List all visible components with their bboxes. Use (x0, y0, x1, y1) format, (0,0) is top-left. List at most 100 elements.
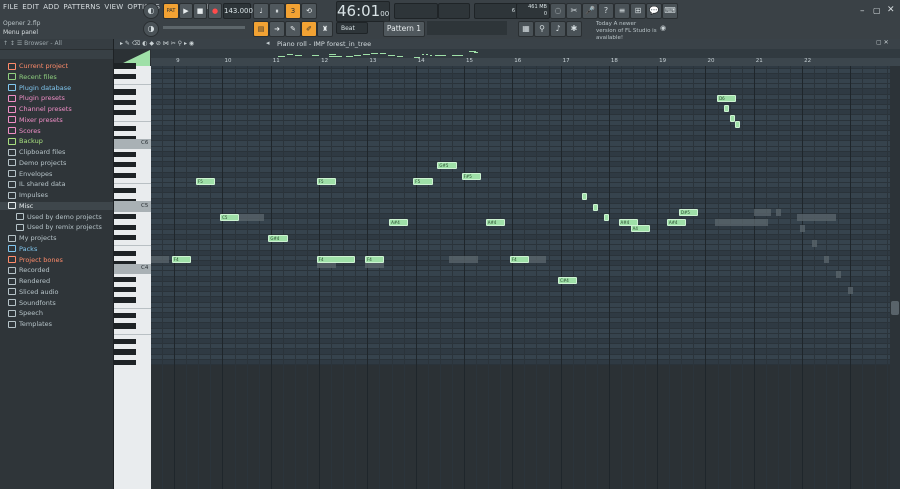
black-key[interactable] (114, 99, 136, 105)
help-icon[interactable]: ? (598, 3, 614, 19)
touch-keyboard-icon[interactable]: ⌨ (662, 3, 678, 19)
browser-item[interactable]: Sliced audio (8, 288, 59, 296)
black-key[interactable] (114, 235, 136, 241)
pattern-selector[interactable]: Pattern 1 (383, 21, 425, 37)
browser-item[interactable]: Plugin database (8, 84, 71, 92)
black-key[interactable] (114, 297, 136, 303)
vertical-scrollbar[interactable] (890, 66, 900, 489)
play-button[interactable]: ▶ (179, 3, 193, 19)
record-button[interactable]: ● (208, 3, 222, 19)
black-key[interactable] (114, 188, 136, 194)
browser-item[interactable]: Recorded (8, 266, 50, 274)
master-pitch-knob[interactable]: ◑ (143, 21, 159, 37)
black-key[interactable] (114, 339, 136, 345)
song-position[interactable]: 46:0100 (336, 1, 390, 22)
pat-song-toggle[interactable]: PAT (163, 3, 179, 19)
chat-icon[interactable]: 💬 (646, 3, 662, 19)
browser-item[interactable]: Packs (8, 245, 37, 253)
brush-icon[interactable]: ✐ (301, 21, 317, 37)
note[interactable] (723, 105, 729, 112)
note[interactable]: F5 (195, 177, 216, 185)
note[interactable]: C#4 (558, 276, 578, 284)
browser-item[interactable]: Misc (0, 201, 113, 210)
piano-keyboard[interactable]: C6 C5 C4 (114, 63, 151, 489)
stop-button[interactable]: ■ (193, 3, 207, 19)
browser-item[interactable]: Used by demo projects (16, 213, 102, 221)
browser-item[interactable]: Plugin presets (8, 94, 65, 102)
note[interactable]: A#4 (485, 219, 506, 227)
black-key[interactable] (114, 73, 136, 79)
black-key[interactable] (114, 323, 136, 329)
note[interactable] (604, 214, 610, 222)
arrow-right-icon[interactable]: ➜ (269, 21, 285, 37)
browser-item[interactable]: Mixer presets (8, 116, 63, 124)
browser-item[interactable]: Soundfonts (8, 299, 56, 307)
note[interactable] (735, 120, 741, 128)
piano-roll-tool-icon[interactable]: ▤ (253, 21, 269, 37)
master-slider[interactable] (163, 26, 245, 29)
browser-item[interactable]: Envelopes (8, 170, 52, 178)
browser-item[interactable]: Speech (8, 309, 43, 317)
browser-item[interactable]: Project bones (8, 256, 63, 264)
piano-roll-window-controls[interactable]: ▢ ✕ (876, 39, 889, 46)
browser-item[interactable]: My projects (8, 234, 56, 242)
channel-rack-icon[interactable]: ⚲ (534, 21, 550, 37)
note[interactable] (582, 193, 588, 201)
online-icon[interactable]: ◌ (550, 3, 566, 19)
news-icon[interactable]: ◉ (660, 24, 666, 32)
browser-icon[interactable]: ✱ (566, 21, 582, 37)
black-key[interactable] (114, 313, 136, 319)
note[interactable]: D6 (717, 94, 737, 102)
note[interactable]: A#4 (666, 219, 687, 227)
master-volume-knob[interactable]: ◐ (143, 3, 159, 19)
note[interactable] (593, 203, 599, 211)
plugin-picker-icon[interactable]: ⊞ (630, 3, 646, 19)
metronome-icon[interactable]: ♩ (253, 3, 269, 19)
minimize-icon[interactable]: – (860, 6, 865, 16)
note[interactable]: A4 (630, 224, 650, 232)
note-grid[interactable]: D6 G#5 F#5 F5 F5 F5 D#5 C5 A#4 A#4 A#4 A#4 A4 G#4 F4 F4… (151, 66, 890, 489)
pencil-icon[interactable]: ✎ (285, 21, 301, 37)
black-key[interactable] (114, 359, 136, 365)
tempo-display[interactable]: 143.000 (223, 3, 253, 19)
snap-select[interactable]: Beat (336, 22, 368, 34)
black-key[interactable] (114, 349, 136, 355)
piano-roll-tools[interactable]: ▸ ✎ ⌫ ◐ ◆ ⊘ ⋈ ✂ ⚲ ▸ ◉ (120, 40, 194, 47)
black-key[interactable] (114, 276, 136, 282)
black-key[interactable] (114, 110, 136, 116)
note[interactable]: F4 (509, 255, 530, 263)
note[interactable]: G#5 (437, 162, 457, 170)
playlist-icon[interactable]: ▦ (518, 21, 534, 37)
note[interactable]: F5 (316, 177, 336, 185)
browser-item[interactable]: Rendered (8, 277, 50, 285)
black-key[interactable] (114, 151, 136, 157)
mixer-icon[interactable]: ≡ (614, 3, 630, 19)
note[interactable]: A#4 (389, 219, 409, 227)
black-key[interactable] (114, 172, 136, 178)
browser-item[interactable]: Backup (8, 137, 43, 145)
black-key[interactable] (114, 89, 136, 95)
note[interactable]: F5 (413, 177, 433, 185)
browser-item[interactable]: Recent files (8, 73, 57, 81)
close-icon[interactable]: ✕ (887, 5, 895, 15)
vertical-scroll-thumb[interactable] (891, 301, 899, 315)
menu-patterns[interactable]: PATTERNS (63, 3, 100, 11)
black-key[interactable] (114, 224, 136, 230)
stamp-icon[interactable]: ♜ (317, 21, 333, 37)
black-key[interactable] (114, 214, 136, 220)
black-key[interactable] (114, 162, 136, 168)
browser-item[interactable]: Used by remix projects (16, 223, 102, 231)
browser-item[interactable]: Scores (8, 127, 41, 135)
maximize-icon[interactable]: ▢ (873, 6, 881, 15)
piano-icon[interactable]: ♪ (550, 21, 566, 37)
black-key[interactable] (114, 63, 136, 69)
menu-file[interactable]: FILE (3, 3, 18, 11)
browser-item[interactable]: IL shared data (8, 180, 65, 188)
browser-item[interactable]: Impulses (8, 191, 48, 199)
note[interactable]: F4 (171, 255, 192, 263)
browser-item[interactable]: Templates (8, 320, 52, 328)
black-key[interactable] (114, 250, 136, 256)
note[interactable]: F#5 (461, 172, 481, 180)
browser-item[interactable]: Demo projects (8, 159, 66, 167)
wait-input-icon[interactable]: ⏸ (269, 3, 285, 19)
